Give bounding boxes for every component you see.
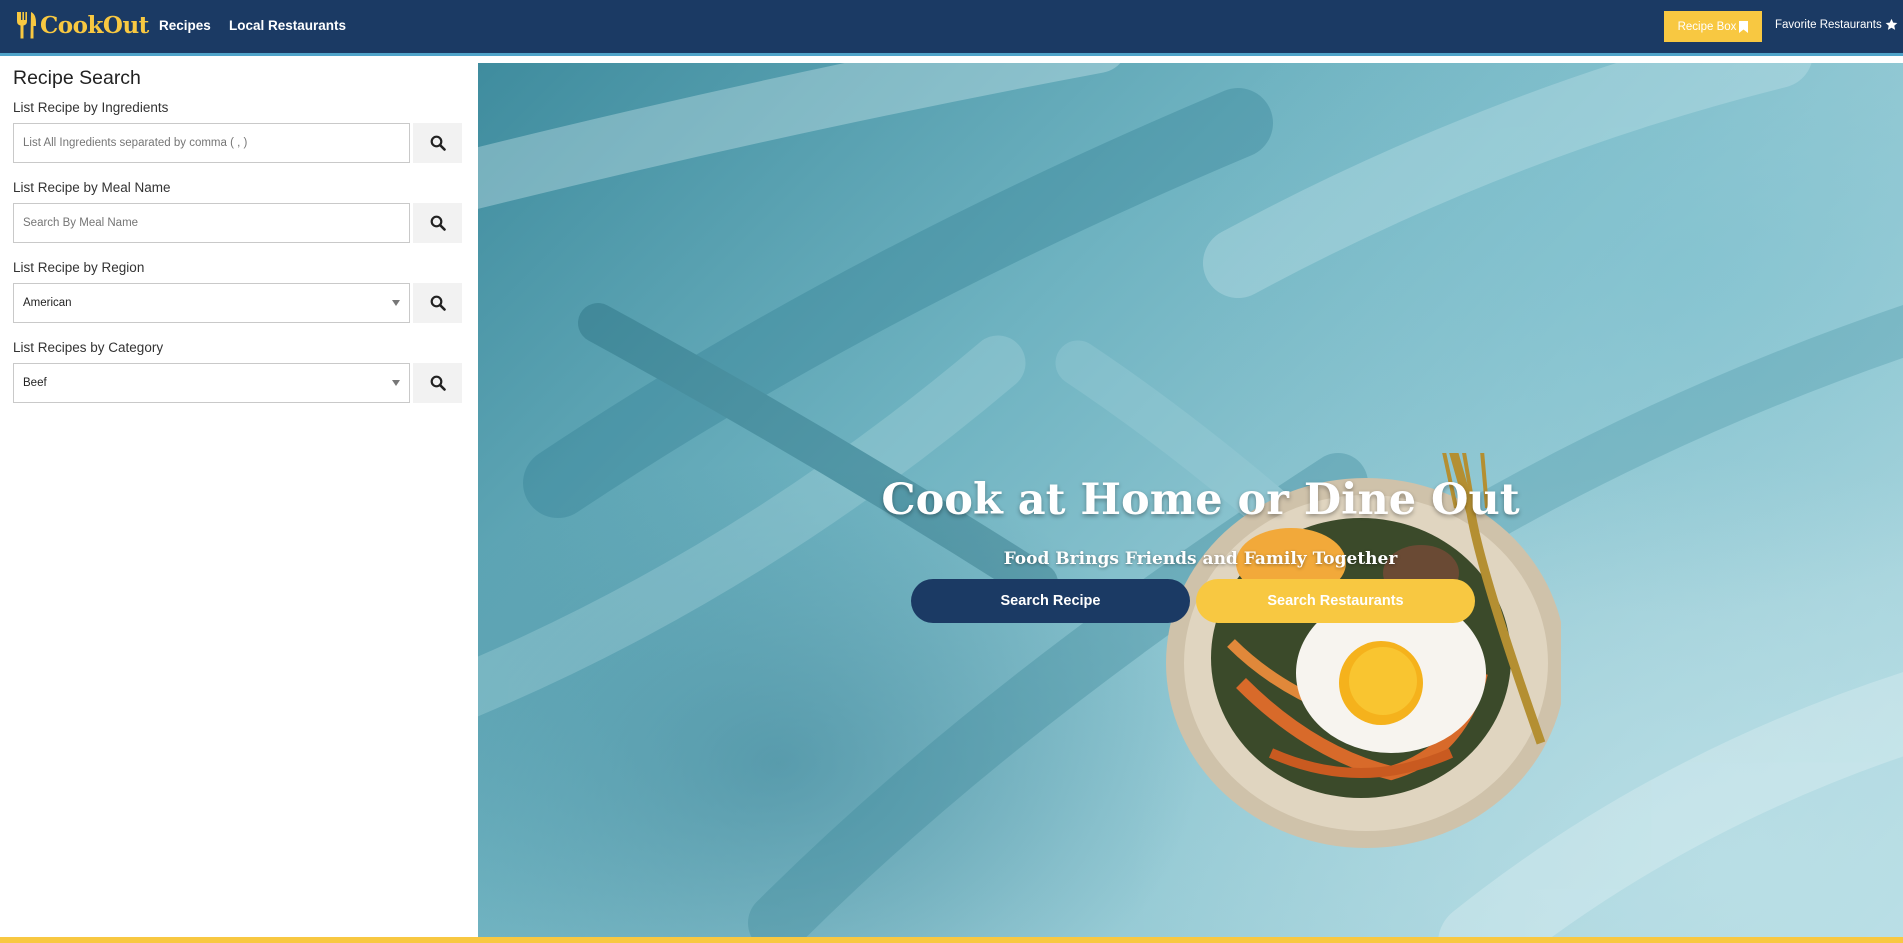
ingredients-input[interactable] [13, 123, 411, 163]
region-search-button[interactable] [413, 283, 462, 323]
search-icon [430, 295, 446, 311]
favorite-restaurants-link[interactable]: Favorite Restaurants [1775, 18, 1898, 31]
category-label: List Recipes by Category [13, 340, 164, 355]
category-search-group: List Recipes by Category Beef [13, 340, 462, 403]
nav-link-local-restaurants[interactable]: Local Restaurants [229, 18, 346, 33]
meal-name-label: List Recipe by Meal Name [13, 180, 171, 195]
nav-link-recipes[interactable]: Recipes [159, 18, 211, 33]
favorite-restaurants-label: Favorite Restaurants [1775, 18, 1882, 31]
hero-subtitle: Food Brings Friends and Family Together [1003, 549, 1398, 569]
search-icon [430, 215, 446, 231]
recipe-box-button[interactable]: Recipe Box [1664, 11, 1762, 42]
ingredients-label: List Recipe by Ingredients [13, 100, 169, 115]
ingredients-search-group: List Recipe by Ingredients [13, 100, 462, 163]
ingredients-search-button[interactable] [413, 123, 462, 163]
category-select[interactable]: Beef [13, 363, 411, 403]
search-icon [430, 135, 446, 151]
category-selected-value: Beef [23, 377, 47, 389]
caret-down-icon [392, 380, 401, 386]
search-recipe-button[interactable]: Search Recipe [911, 579, 1190, 623]
meal-name-search-group: List Recipe by Meal Name [13, 180, 462, 243]
region-search-group: List Recipe by Region American [13, 260, 462, 323]
search-restaurants-button[interactable]: Search Restaurants [1196, 579, 1475, 623]
bookmark-icon [1739, 20, 1749, 33]
recipe-box-label: Recipe Box [1677, 20, 1737, 33]
star-icon [1885, 18, 1898, 30]
hero-banner: Cook at Home or Dine Out Food Brings Fri… [478, 63, 1903, 937]
brand-name: CookOut [40, 11, 149, 39]
region-selected-value: American [23, 297, 72, 309]
region-label: List Recipe by Region [13, 260, 145, 275]
hero-title: Cook at Home or Dine Out [881, 475, 1520, 525]
fork-knife-icon [17, 12, 36, 39]
category-search-button[interactable] [413, 363, 462, 403]
region-select[interactable]: American [13, 283, 411, 323]
recipe-search-sidebar: Recipe Search List Recipe by Ingredients… [0, 59, 478, 937]
top-navbar: CookOut Recipes Local Restaurants Recipe… [0, 0, 1903, 56]
brand-logo[interactable]: CookOut [14, 10, 149, 40]
sidebar-title: Recipe Search [13, 67, 141, 89]
footer-accent-bar [0, 937, 1903, 943]
caret-down-icon [392, 300, 401, 306]
search-icon [430, 375, 446, 391]
meal-name-search-button[interactable] [413, 203, 462, 243]
meal-name-input[interactable] [13, 203, 411, 243]
